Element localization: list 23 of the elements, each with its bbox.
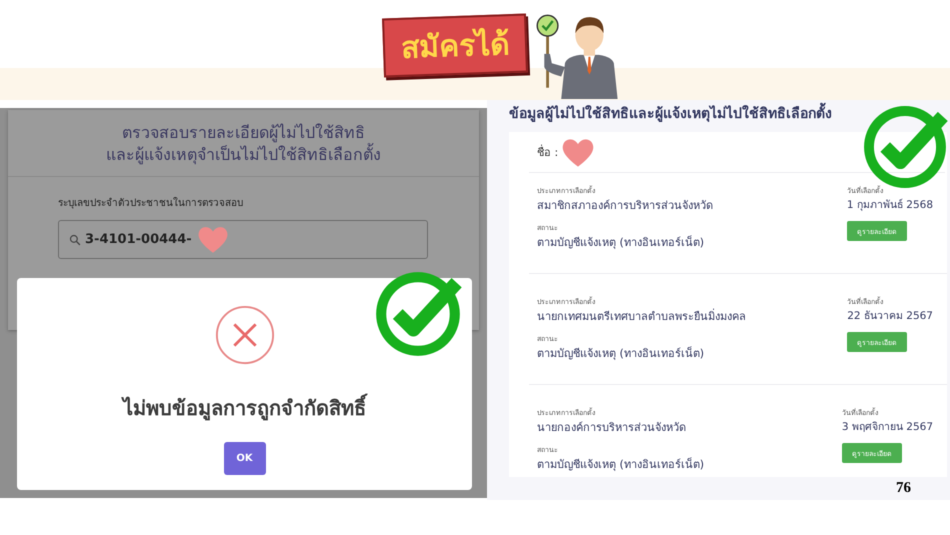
election-date: 3 พฤศจิกายน 2567 [842,420,933,435]
search-icon [69,234,81,246]
election-date: 22 ธันวาคม 2567 [847,309,933,324]
ok-button[interactable]: OK [224,442,266,475]
form-title: และผู้แจ้งเหตุจำเป็นไม่ไปใช้สิทธิเลือกตั้ง [105,144,382,166]
election-type: นายกเทศมนตรีเทศบาลตำบลพระยืนมิ่งมงคล [537,308,746,325]
status-value: ตามบัญชีแจ้งเหตุ (ทางอินเทอร์เน็ต) [537,234,706,251]
heart-icon [196,225,230,254]
banner-title: สมัครได้ [382,13,528,77]
election-type: สมาชิกสภาองค์การบริหารส่วนจังหวัด [537,198,713,214]
form-title: ตรวจสอบรายละเอียดผู้ไม่ไปใช้สิทธิ [121,122,366,143]
error-icon [214,304,276,366]
results-title: ข้อมูลผู้ไม่ไปใช้สิทธิและผู้แจ้งเหตุไม่ไปใช้สิทธิเลือกตั้ง [509,102,950,124]
name-label: ชื่อ : [537,144,558,161]
id-input-field[interactable]: 3-4101-00444- [58,220,428,259]
election-type: นายกองค์การบริหารส่วนจังหวัด [537,420,687,436]
field-label: ระบุเลขประจำตัวประชาชนในการตรวจสอบ [58,196,244,210]
alert-message: ไม่พบข้อมูลการถูกจำกัดสิทธิ์ [123,392,366,424]
field-value: 3-4101-00444- [85,232,192,247]
page-number: 76 [896,480,911,497]
status-value: ตามบัญชีแจ้งเหตุ (ทางอินเทอร์เน็ต) [537,345,706,362]
election-date: 1 กุมภาพันธ์ 2568 [846,198,933,213]
status-value: ตามบัญชีแจ้งเหตุ (ทางอินเทอร์เน็ต) [537,456,704,473]
